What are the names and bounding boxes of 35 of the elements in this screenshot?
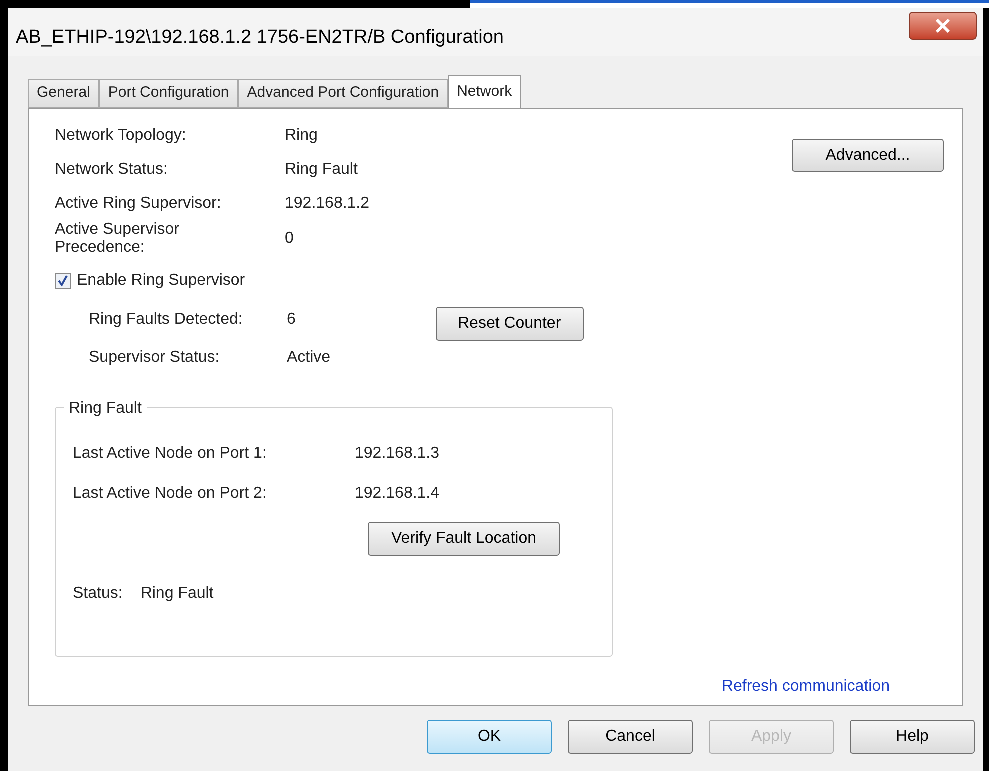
dialog-button[interactable]: Help <box>850 720 975 754</box>
tab[interactable]: Network <box>448 75 522 109</box>
field-label: Last Active Node on Port 2: <box>73 484 268 504</box>
field-label: Active Supervisor Precedence: <box>55 221 180 257</box>
dialog-button[interactable]: OK <box>427 720 552 754</box>
window-title: AB_ETHIP-192\192.168.1.2 1756-EN2TR/B Configuration <box>16 26 504 50</box>
field-label: Last Active Node on Port 1: <box>73 444 268 464</box>
reset-counter-button[interactable]: Reset Counter <box>436 307 584 341</box>
status-label: Status: <box>73 584 123 604</box>
checkbox[interactable] <box>55 273 71 289</box>
advanced-button[interactable]: Advanced... <box>792 139 944 172</box>
field-value: Active <box>287 348 331 368</box>
field-label: Network Topology: <box>55 127 188 145</box>
tab[interactable]: Port Configuration <box>99 79 238 108</box>
check-icon <box>57 275 69 287</box>
dialog-button[interactable]: Cancel <box>568 720 693 754</box>
field-value: 6 <box>287 310 296 330</box>
field-value: 192.168.1.4 <box>355 484 440 504</box>
field-label: Active Ring Supervisor: <box>55 195 222 213</box>
checkbox-label: Enable Ring Supervisor <box>77 271 246 291</box>
field-value: 192.168.1.3 <box>355 444 440 464</box>
tab[interactable]: Advanced Port Configuration <box>238 79 448 108</box>
field-value: Ring Fault <box>285 160 358 180</box>
verify-fault-location-button[interactable]: Verify Fault Location <box>368 522 560 556</box>
close-button[interactable] <box>909 12 977 40</box>
field-label: Network Status: <box>55 161 169 179</box>
field-value: 0 <box>285 229 294 249</box>
status-value: Ring Fault <box>140 584 214 604</box>
field-label: Supervisor Status: <box>89 348 221 368</box>
close-icon <box>935 19 951 33</box>
field-label: Ring Faults Detected: <box>89 310 244 330</box>
refresh-communication-link[interactable]: Refresh communication <box>722 675 890 699</box>
field-value: Ring <box>285 126 318 146</box>
field-value: 192.168.1.2 <box>285 194 370 214</box>
tab[interactable]: General <box>28 79 100 108</box>
